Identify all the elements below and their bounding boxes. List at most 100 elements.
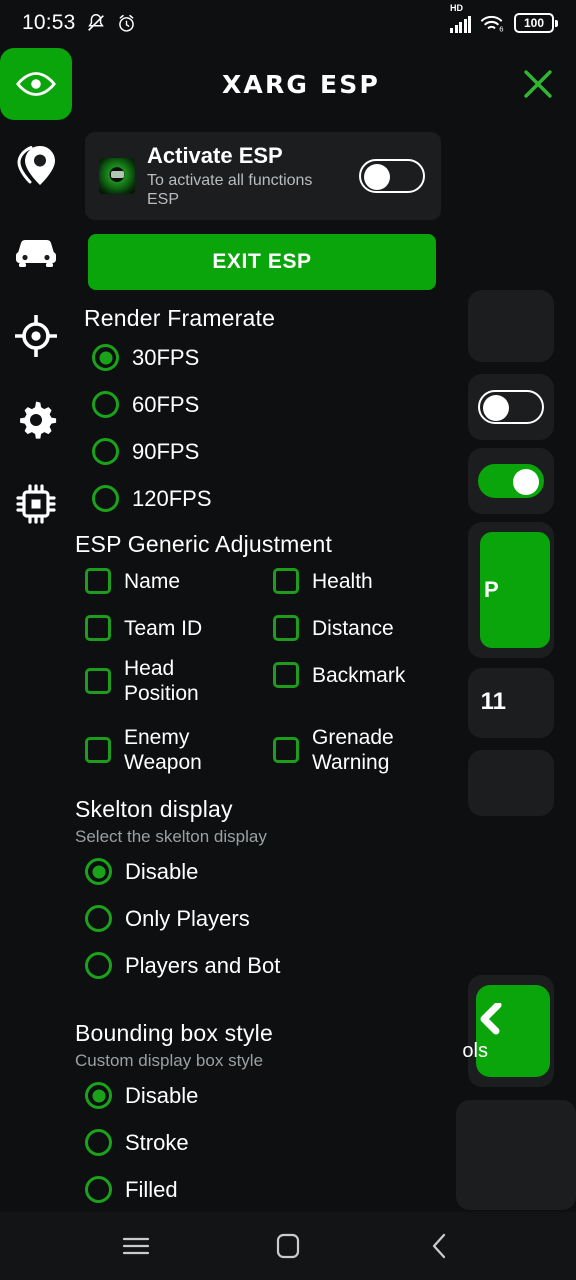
bg-green-tile[interactable] xyxy=(476,985,550,1077)
status-bar-right: HD 6 100 xyxy=(450,4,558,33)
cpu-chip-icon xyxy=(16,484,56,524)
esp-generic-adjustment-title: ESP Generic Adjustment xyxy=(75,531,333,557)
radio-label: Disable xyxy=(125,858,199,884)
checkbox-label: Backmark xyxy=(312,663,406,687)
crosshair-target-icon xyxy=(15,315,57,357)
radio-indicator xyxy=(85,858,112,885)
sidebar-item-memory[interactable] xyxy=(0,468,72,540)
bounding-box-style-subtitle: Custom display box style xyxy=(75,1051,264,1070)
checkbox-label: Enemy Weapon xyxy=(124,726,202,774)
app-logo-thumbnail xyxy=(99,158,135,194)
app-header: XARG ESP xyxy=(72,48,576,120)
radio-label: Disable xyxy=(125,1082,199,1108)
radio-60fps[interactable]: 60FPS xyxy=(92,391,199,418)
recents-button[interactable] xyxy=(104,1214,168,1278)
radio-label: Filled xyxy=(125,1176,178,1202)
bg-toggle-off[interactable] xyxy=(478,390,544,424)
bg-card-1 xyxy=(468,290,554,362)
checkbox-indicator xyxy=(273,615,299,641)
checkbox-label: Team ID xyxy=(124,616,203,640)
sidebar-item-settings[interactable] xyxy=(0,384,72,456)
checkbox-head-position[interactable]: Head Position xyxy=(85,656,234,706)
radio-label: 30FPS xyxy=(132,344,200,370)
toggle-knob xyxy=(364,164,390,190)
sidebar-item-location[interactable] xyxy=(0,130,72,202)
status-bar: 10:53 HD 6 100 xyxy=(0,0,576,46)
checkbox-label: Distance xyxy=(312,616,394,640)
close-x-icon xyxy=(524,70,552,98)
battery-icon: 100 xyxy=(514,13,558,33)
status-bar-left: 10:53 xyxy=(22,11,137,35)
radio-indicator xyxy=(92,344,119,371)
radio-indicator xyxy=(92,485,119,512)
checkbox-name[interactable]: Name xyxy=(85,568,180,594)
radio-120fps[interactable]: 120FPS xyxy=(92,485,212,512)
bg-tile-label: ols xyxy=(462,1040,488,1062)
checkbox-health[interactable]: Health xyxy=(273,568,373,594)
exit-esp-button[interactable]: EXIT ESP xyxy=(88,234,436,290)
radio-label: Only Players xyxy=(125,905,250,931)
home-button[interactable] xyxy=(256,1214,320,1278)
checkbox-indicator xyxy=(273,568,299,594)
radio-bbox-disable[interactable]: Disable xyxy=(85,1082,198,1109)
car-icon xyxy=(16,240,56,267)
bg-green-button-label: P xyxy=(484,577,499,602)
activate-esp-text: Activate ESP To activate all functions E… xyxy=(135,143,359,209)
android-navigation-bar xyxy=(0,1212,576,1280)
toggle-knob xyxy=(513,469,539,495)
activate-esp-card[interactable]: Activate ESP To activate all functions E… xyxy=(85,132,441,220)
radio-skelton-players-and-bot[interactable]: Players and Bot xyxy=(85,952,280,979)
app-screen: P 11 ols 10:53 HD 6 100 XARG ESP Activat… xyxy=(0,0,576,1280)
checkbox-backmark[interactable]: Backmark xyxy=(273,662,405,688)
sidebar-rail xyxy=(0,48,72,1208)
checkbox-distance[interactable]: Distance xyxy=(273,615,394,641)
radio-skelton-disable[interactable]: Disable xyxy=(85,858,198,885)
back-button[interactable] xyxy=(408,1214,472,1278)
radio-bbox-stroke[interactable]: Stroke xyxy=(85,1129,189,1156)
gear-icon xyxy=(20,401,57,439)
activate-esp-toggle[interactable] xyxy=(359,159,425,193)
hd-label: HD xyxy=(450,3,463,13)
radio-indicator xyxy=(92,391,119,418)
alarm-clock-icon xyxy=(118,14,134,32)
checkbox-team-id[interactable]: Team ID xyxy=(85,615,202,641)
sidebar-item-vehicle[interactable] xyxy=(0,216,72,288)
bg-green-button[interactable]: P xyxy=(480,532,550,648)
radio-indicator xyxy=(85,1129,112,1156)
radio-label: 90FPS xyxy=(132,438,200,464)
checkbox-indicator xyxy=(273,662,299,688)
bg-card-8 xyxy=(456,1100,576,1210)
checkbox-indicator xyxy=(85,737,111,763)
sidebar-item-aim[interactable] xyxy=(0,300,72,372)
activate-esp-subtitle: To activate all functions ESP xyxy=(147,172,313,208)
checkbox-indicator xyxy=(85,568,111,594)
radio-indicator xyxy=(92,438,119,465)
mute-bell-icon xyxy=(87,14,104,31)
radio-90fps[interactable]: 90FPS xyxy=(92,438,199,465)
sidebar-item-esp[interactable] xyxy=(0,48,72,120)
radio-30fps[interactable]: 30FPS xyxy=(92,344,199,371)
checkbox-label: Head Position xyxy=(124,657,199,705)
checkbox-label: Grenade Warning xyxy=(312,726,394,774)
bg-toggle-on[interactable] xyxy=(478,464,544,498)
radio-label: Players and Bot xyxy=(125,952,281,978)
radio-indicator xyxy=(85,905,112,932)
radio-indicator xyxy=(85,952,112,979)
checkbox-grenade-warning[interactable]: Grenade Warning xyxy=(273,725,427,775)
skelton-display-title: Skelton display xyxy=(75,796,233,822)
bounding-box-style-title: Bounding box style xyxy=(75,1020,273,1046)
checkbox-label: Name xyxy=(124,569,181,593)
radio-bbox-filled[interactable]: Filled xyxy=(85,1176,178,1203)
wifi6-icon: 6 xyxy=(480,15,504,33)
bg-partial-number: 11 xyxy=(480,688,506,715)
close-button[interactable] xyxy=(510,56,566,112)
radio-skelton-only-players[interactable]: Only Players xyxy=(85,905,250,932)
eye-icon xyxy=(16,72,56,96)
tool-wrench-icon xyxy=(480,1003,502,1035)
battery-level-label: 100 xyxy=(523,16,545,30)
skelton-display-subtitle: Select the skelton display xyxy=(75,827,267,846)
radio-label: 120FPS xyxy=(132,485,212,511)
checkbox-enemy-weapon[interactable]: Enemy Weapon xyxy=(85,725,234,775)
menu-recents-icon xyxy=(122,1237,150,1255)
radio-indicator xyxy=(85,1176,112,1203)
